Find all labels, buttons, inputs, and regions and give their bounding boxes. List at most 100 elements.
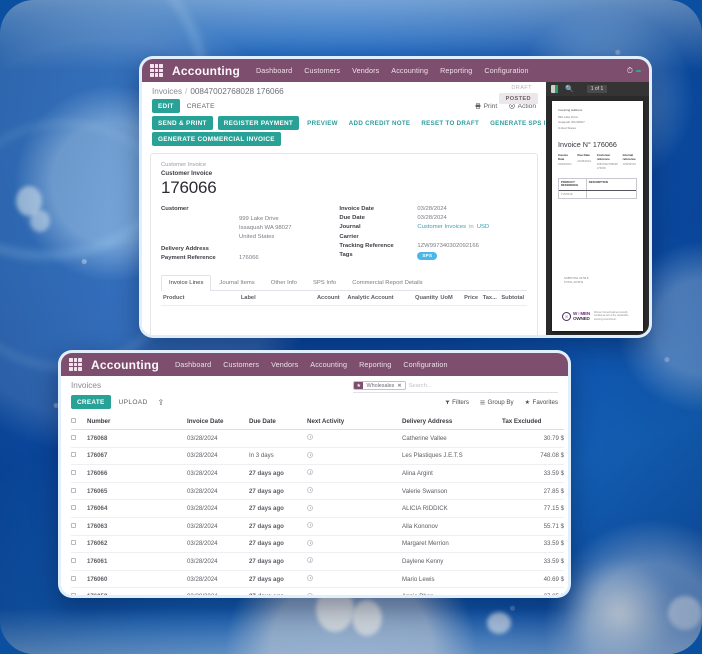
th-tax-excluded[interactable]: Tax Excluded — [502, 414, 564, 430]
cell-next-activity[interactable] — [307, 517, 402, 536]
menu-item-reporting[interactable]: Reporting — [440, 66, 472, 75]
field-journal-currency[interactable]: USD — [477, 224, 489, 230]
cell-number[interactable]: 176061 — [87, 552, 187, 571]
print-button[interactable]: Print — [475, 103, 497, 110]
apps-grid-icon[interactable] — [69, 358, 82, 371]
th-due-date[interactable]: Due Date — [249, 414, 307, 430]
notification-badge[interactable] — [636, 69, 641, 72]
th-next-activity[interactable]: Next Activity — [307, 414, 402, 430]
upload-icon[interactable]: ⇪ — [158, 398, 165, 407]
row-checkbox[interactable] — [71, 434, 76, 440]
cell-number[interactable]: 176062 — [87, 535, 187, 554]
preview-button[interactable]: PREVIEW — [304, 116, 341, 130]
cell-next-activity[interactable] — [307, 499, 402, 518]
menu-item-vendors[interactable]: Vendors — [271, 360, 298, 369]
table-row[interactable]: 176065 03/28/2024 27 days ago Valerie Swans… — [71, 482, 564, 501]
field-payment-reference-value[interactable]: 176066 — [239, 255, 259, 261]
field-invoice-date-value[interactable]: 03/28/2024 — [417, 206, 446, 212]
th-number[interactable]: Number — [87, 414, 187, 430]
th-delivery-address[interactable]: Delivery Address — [402, 414, 502, 430]
row-checkbox[interactable] — [71, 469, 76, 475]
row-checkbox[interactable] — [71, 557, 76, 563]
field-journal-value[interactable]: Customer Invoices — [417, 224, 466, 230]
cell-next-activity[interactable] — [307, 464, 402, 483]
table-row[interactable]: 176062 03/28/2024 27 days ago Margaret Merr… — [71, 535, 564, 554]
table-row[interactable]: 176068 03/28/2024 Catherine Vallee 30.79 $ — [71, 429, 564, 448]
cell-next-activity[interactable] — [307, 535, 402, 554]
apps-grid-icon[interactable] — [150, 64, 163, 77]
table-row[interactable]: 176060 03/28/2024 27 days ago Mario Lewis 40… — [71, 570, 564, 589]
upload-button[interactable]: UPLOAD — [116, 395, 151, 409]
create-button[interactable]: CREATE — [184, 99, 218, 113]
field-due-date-value[interactable]: 03/28/2024 — [417, 215, 446, 221]
table-row[interactable]: 176059 03/28/2024 27 days ago Annie Phan 27.… — [71, 587, 564, 595]
clock-icon[interactable]: ⏱ — [627, 66, 633, 76]
row-checkbox[interactable] — [71, 593, 76, 595]
row-checkbox[interactable] — [71, 575, 76, 581]
table-row[interactable]: 176064 03/28/2024 27 days ago ALICIA RIDDIC… — [71, 499, 564, 518]
cell-number[interactable]: 176059 — [87, 587, 187, 595]
cell-number[interactable]: 176067 — [87, 447, 187, 466]
th-invoice-date[interactable]: Invoice Date — [187, 414, 249, 430]
menu-item-configuration[interactable]: Configuration — [484, 66, 528, 75]
add-credit-note-button[interactable]: ADD CREDIT NOTE — [346, 116, 414, 130]
cell-next-activity[interactable] — [307, 552, 402, 571]
menu-item-customers[interactable]: Customers — [304, 66, 340, 75]
menu-item-dashboard[interactable]: Dashboard — [175, 360, 211, 369]
menu-item-configuration[interactable]: Configuration — [403, 360, 447, 369]
register-payment-button[interactable]: REGISTER PAYMENT — [217, 116, 300, 130]
row-checkbox[interactable] — [71, 522, 76, 528]
cell-next-activity[interactable] — [307, 429, 402, 448]
cell-next-activity[interactable] — [307, 447, 402, 466]
row-checkbox[interactable] — [71, 487, 76, 493]
create-button[interactable]: CREATE — [71, 395, 111, 409]
field-tracking-reference-value[interactable]: 1ZW997340302092166 — [417, 243, 479, 249]
cell-next-activity[interactable] — [307, 570, 402, 589]
table-row[interactable]: 176063 03/28/2024 27 days ago Alla Kononov 5… — [71, 517, 564, 536]
reset-to-draft-button[interactable]: RESET TO DRAFT — [418, 116, 482, 130]
tab-invoice-lines[interactable]: Invoice Lines — [161, 275, 212, 292]
tab-commercial-report-details[interactable]: Commercial Report Details — [344, 275, 430, 290]
breadcrumb-root[interactable]: Invoices — [152, 87, 182, 96]
menu-item-dashboard[interactable]: Dashboard — [256, 66, 292, 75]
tab-sps-info[interactable]: SPS Info — [305, 275, 344, 290]
cell-next-activity[interactable] — [307, 482, 402, 501]
cell-number[interactable]: 176065 — [87, 482, 187, 501]
pdf-page-indicator[interactable]: 1 of 1 — [586, 85, 608, 93]
sidebar-toggle-icon[interactable] — [551, 85, 558, 93]
edit-button[interactable]: EDIT — [152, 99, 180, 113]
menu-item-reporting[interactable]: Reporting — [359, 360, 391, 369]
pdf-meta-internal-reference: Internal reference 1ZW99734 — [623, 153, 637, 171]
generate-commercial-invoice-button[interactable]: GENERATE COMMERCIAL INVOICE — [152, 132, 281, 146]
favorites-button[interactable]: ★ Favorites — [525, 399, 558, 406]
send-and-print-button[interactable]: SEND & PRINT — [152, 116, 213, 130]
status-badge-draft[interactable]: DRAFT — [505, 82, 538, 93]
cell-next-activity[interactable] — [307, 587, 402, 595]
menu-item-accounting[interactable]: Accounting — [391, 66, 428, 75]
table-row[interactable]: 176067 03/28/2024 In 3 days Les Plastiques … — [71, 447, 564, 466]
menu-item-vendors[interactable]: Vendors — [352, 66, 379, 75]
cell-number[interactable]: 176066 — [87, 464, 187, 483]
tab-journal-items[interactable]: Journal Items — [211, 275, 262, 290]
row-checkbox[interactable] — [71, 505, 76, 511]
groupby-button[interactable]: Group By — [480, 399, 514, 406]
search-input[interactable]: Search... — [409, 383, 432, 389]
row-checkbox[interactable] — [71, 452, 76, 458]
select-all-checkbox[interactable] — [71, 418, 76, 423]
cell-number[interactable]: 176063 — [87, 517, 187, 536]
search-icon[interactable]: 🔍 — [565, 86, 574, 93]
cell-number[interactable]: 176060 — [87, 570, 187, 589]
close-icon[interactable]: ✖ — [397, 383, 401, 389]
search-facet-wholesales[interactable]: ★ Wholesales ✖ — [353, 381, 406, 390]
filters-button[interactable]: Filters — [444, 399, 469, 406]
cell-number[interactable]: 176064 — [87, 499, 187, 518]
table-row[interactable]: 176066 03/28/2024 27 days ago Alina Argint 3… — [71, 464, 564, 483]
status-badge-posted[interactable]: POSTED — [498, 93, 538, 104]
menu-item-customers[interactable]: Customers — [223, 360, 259, 369]
menu-item-accounting[interactable]: Accounting — [310, 360, 347, 369]
tab-other-info[interactable]: Other Info — [263, 275, 305, 290]
row-checkbox[interactable] — [71, 540, 76, 546]
cell-number[interactable]: 176068 — [87, 429, 187, 448]
table-row[interactable]: 176061 03/28/2024 27 days ago Daylene Kenny… — [71, 552, 564, 571]
tag-sps[interactable]: SPS — [417, 251, 438, 260]
